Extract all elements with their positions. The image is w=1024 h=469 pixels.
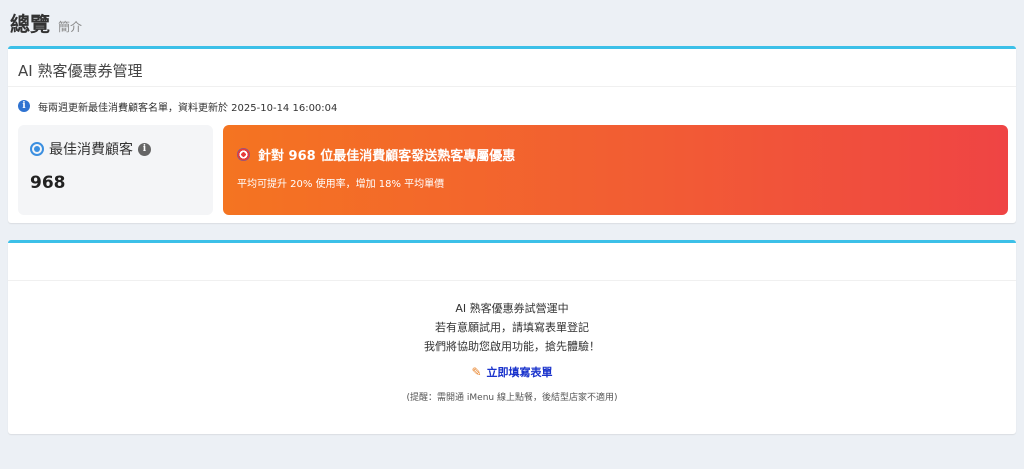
stat-label-row: 最佳消費顧客 i [30, 139, 201, 159]
page-header: 總覽 簡介 [10, 8, 82, 38]
stat-label: 最佳消費顧客 [49, 142, 133, 158]
page-title: 總覽 [10, 12, 50, 36]
coupon-management-panel: AI 熟客優惠券管理 i 每兩週更新最佳消費顧客名單，資料更新於 2025-10… [8, 46, 1016, 223]
pencil-icon: ✎ [471, 365, 482, 379]
update-info: i 每兩週更新最佳消費顧客名單，資料更新於 2025-10-14 16:00:0… [18, 99, 338, 114]
promo-title-row: 針對 968 位最佳消費顧客發送熟客專屬優惠 [237, 145, 994, 164]
panel-title: AI 熟客優惠券管理 [18, 62, 143, 80]
stat-value: 968 [30, 173, 66, 193]
promo-subtitle: 平均可提升 20% 使用率，增加 18% 平均單價 [237, 179, 445, 190]
promo-banner[interactable]: 針對 968 位最佳消費顧客發送熟客專屬優惠 平均可提升 20% 使用率，增加 … [223, 125, 1008, 215]
trial-line-3: 我們將協助您啟用功能，搶先體驗！ [424, 340, 600, 353]
trial-notice: (提醒：需開通 iMenu 線上點餐，後結型店家不適用) [406, 393, 618, 403]
fill-form-link[interactable]: ✎ 立即填寫表單 [471, 364, 552, 380]
trial-line-1: AI 熟客優惠券試營運中 [455, 302, 569, 315]
dart-icon [237, 148, 250, 161]
target-icon [30, 142, 44, 156]
info-icon: i [18, 100, 30, 112]
trial-panel-header [8, 243, 1016, 281]
fill-form-label[interactable]: 立即填寫表單 [487, 364, 553, 380]
help-icon[interactable]: i [138, 142, 151, 156]
best-customers-card: 最佳消費顧客 i 968 [18, 125, 213, 215]
panel-header: AI 熟客優惠券管理 [8, 49, 1016, 87]
trial-line-2: 若有意願試用，請填寫表單登記 [435, 321, 589, 334]
promo-title: 針對 968 位最佳消費顧客發送熟客專屬優惠 [258, 149, 516, 164]
trial-body: AI 熟客優惠券試營運中 若有意願試用，請填寫表單登記 我們將協助您啟用功能，搶… [8, 299, 1016, 403]
page-subtitle: 簡介 [58, 20, 83, 34]
trial-panel: AI 熟客優惠券試營運中 若有意願試用，請填寫表單登記 我們將協助您啟用功能，搶… [8, 240, 1016, 434]
update-info-text: 每兩週更新最佳消費顧客名單，資料更新於 2025-10-14 16:00:04 [38, 102, 338, 114]
